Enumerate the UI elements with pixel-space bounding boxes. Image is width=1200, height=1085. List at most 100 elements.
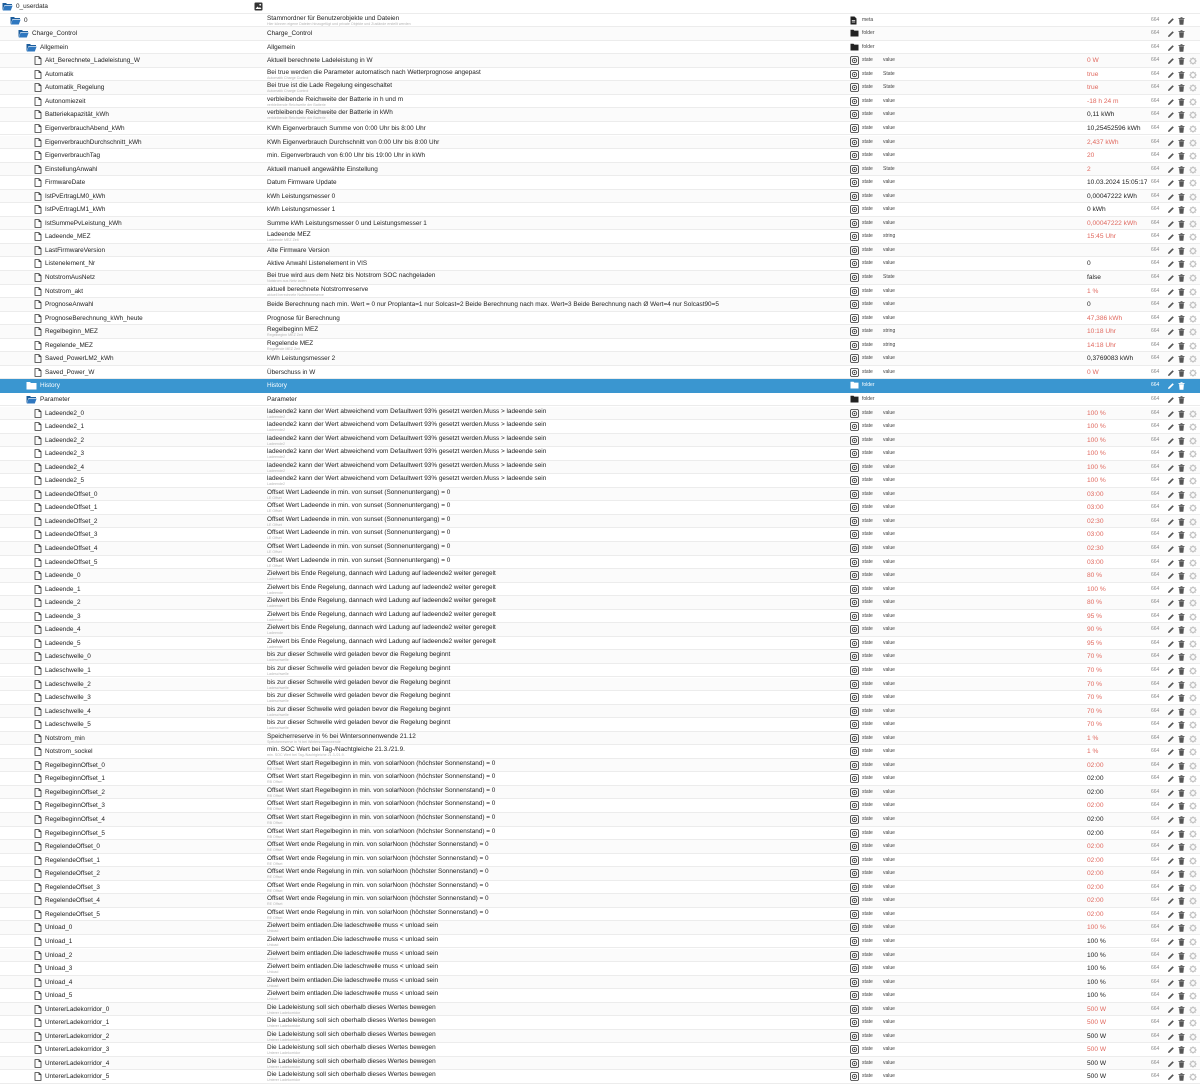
pencil-icon[interactable] — [1167, 816, 1175, 824]
tree-state-row[interactable]: LadeendeOffset_5 Offset Wert Ladeende in … — [0, 556, 1200, 570]
pencil-icon[interactable] — [1167, 193, 1175, 201]
state-value[interactable]: 95 % — [1087, 610, 1147, 623]
state-value[interactable]: 70 % — [1087, 664, 1147, 677]
gear-icon[interactable] — [1189, 667, 1197, 675]
trash-icon[interactable] — [1178, 856, 1186, 865]
gear-icon[interactable] — [1189, 233, 1197, 242]
trash-icon[interactable] — [1178, 680, 1186, 689]
tree-state-row[interactable]: RegelbeginnOffset_5 Offset Wert start Reg… — [0, 827, 1200, 841]
tree-state-row[interactable]: Ladeschwelle_0 bis zur dieser Schwelle wi… — [0, 650, 1200, 664]
tree-state-row[interactable]: Notstrom_min Speicherreserve in % bei Win… — [0, 731, 1200, 746]
pencil-icon[interactable] — [1167, 952, 1175, 960]
state-value[interactable]: 03:00 — [1087, 501, 1147, 514]
tree-state-row[interactable]: RegelendeOffset_0 Offset Wert ende Regelu… — [0, 840, 1200, 854]
gear-icon[interactable] — [1189, 355, 1197, 363]
gear-icon[interactable] — [1189, 816, 1197, 824]
pencil-icon[interactable] — [1167, 708, 1175, 716]
pencil-icon[interactable] — [1167, 681, 1175, 689]
pencil-icon[interactable] — [1167, 830, 1175, 838]
tree-state-row[interactable]: UntererLadekorridor_3 Die Ladeleistung so… — [0, 1043, 1200, 1057]
trash-icon[interactable] — [1178, 694, 1186, 702]
state-value[interactable]: 95 % — [1087, 637, 1147, 650]
state-value[interactable]: 70 % — [1087, 718, 1147, 731]
gear-icon[interactable] — [1189, 1033, 1197, 1041]
trash-icon[interactable] — [1178, 978, 1186, 987]
pencil-icon[interactable] — [1167, 44, 1175, 52]
state-value[interactable]: 10.03.2024 15:05:17 — [1087, 176, 1147, 189]
state-value[interactable]: 500 W — [1087, 1043, 1147, 1056]
pencil-icon[interactable] — [1167, 342, 1175, 350]
pencil-icon[interactable] — [1167, 1033, 1175, 1041]
pencil-icon[interactable] — [1167, 911, 1175, 919]
gear-icon[interactable] — [1189, 640, 1197, 648]
gear-icon[interactable] — [1189, 938, 1197, 946]
tree-state-row[interactable]: LadeendeOffset_4 Offset Wert Ladeende in … — [0, 542, 1200, 556]
state-value[interactable]: 02:00 — [1087, 894, 1147, 907]
pencil-icon[interactable] — [1167, 897, 1175, 905]
tree-state-row[interactable]: RegelbeginnOffset_1 Offset Wert start Reg… — [0, 772, 1200, 786]
trash-icon[interactable] — [1178, 301, 1186, 309]
tree-state-row[interactable]: RegelbeginnOffset_2 Offset Wert start Reg… — [0, 785, 1200, 800]
trash-icon[interactable] — [1178, 138, 1186, 147]
tree-state-row[interactable]: RegelendeOffset_1 Offset Wert ende Regelu… — [0, 854, 1200, 868]
state-value[interactable]: 0 — [1087, 298, 1147, 311]
gear-icon[interactable] — [1189, 856, 1197, 865]
pencil-icon[interactable] — [1167, 667, 1175, 675]
trash-icon[interactable] — [1178, 165, 1186, 174]
gear-icon[interactable] — [1189, 84, 1197, 92]
trash-icon[interactable] — [1178, 572, 1186, 580]
gear-icon[interactable] — [1189, 220, 1197, 228]
pencil-icon[interactable] — [1167, 30, 1175, 38]
trash-icon[interactable] — [1178, 992, 1186, 1000]
tree-state-row[interactable]: Unload_5 Zielwert beim entladen.Die lades… — [0, 989, 1200, 1003]
gear-icon[interactable] — [1189, 911, 1197, 919]
state-value[interactable]: 80 % — [1087, 596, 1147, 609]
trash-icon[interactable] — [1178, 612, 1186, 621]
trash-icon[interactable] — [1178, 1060, 1186, 1068]
trash-icon[interactable] — [1178, 1005, 1186, 1014]
trash-icon[interactable] — [1178, 951, 1186, 960]
tree-state-row[interactable]: Ladeende_2 Zielwert bis Ende Regelung, da… — [0, 596, 1200, 610]
trash-icon[interactable] — [1178, 653, 1186, 662]
gear-icon[interactable] — [1189, 762, 1197, 770]
gear-icon[interactable] — [1189, 572, 1197, 580]
trash-icon[interactable] — [1178, 287, 1186, 296]
state-value[interactable]: 500 W — [1087, 1003, 1147, 1016]
gear-icon[interactable] — [1189, 98, 1197, 106]
state-value[interactable]: 02:00 — [1087, 867, 1147, 880]
trash-icon[interactable] — [1178, 57, 1186, 65]
trash-icon[interactable] — [1178, 125, 1186, 133]
trash-icon[interactable] — [1178, 816, 1186, 824]
state-value[interactable]: 100 % — [1087, 420, 1147, 433]
tree-state-row[interactable]: RegelendeOffset_5 Offset Wert ende Regelu… — [0, 908, 1200, 922]
trash-icon[interactable] — [1178, 206, 1186, 215]
state-value[interactable]: 02:00 — [1087, 759, 1147, 772]
pencil-icon[interactable] — [1167, 247, 1175, 255]
trash-icon[interactable] — [1178, 1032, 1186, 1041]
pencil-icon[interactable] — [1167, 328, 1175, 336]
gear-icon[interactable] — [1189, 599, 1197, 607]
pencil-icon[interactable] — [1167, 924, 1175, 932]
tree-root-row[interactable]: 0_userdata — [0, 0, 1200, 14]
tree-state-row[interactable]: UntererLadekorridor_4 Die Ladeleistung so… — [0, 1056, 1200, 1071]
trash-icon[interactable] — [1178, 423, 1186, 431]
pencil-icon[interactable] — [1167, 1019, 1175, 1027]
pencil-icon[interactable] — [1167, 599, 1175, 607]
folder-open-icon[interactable] — [2, 2, 13, 11]
state-value[interactable]: 03:00 — [1087, 528, 1147, 541]
tree-state-row[interactable]: Ladeende2_3 ladeende2 kann der Wert abwei… — [0, 447, 1200, 461]
pencil-icon[interactable] — [1167, 139, 1175, 147]
gear-icon[interactable] — [1189, 274, 1197, 282]
pencil-icon[interactable] — [1167, 870, 1175, 878]
gear-icon[interactable] — [1189, 71, 1197, 79]
state-value[interactable]: 1 % — [1087, 285, 1147, 298]
trash-icon[interactable] — [1178, 734, 1186, 743]
tree-state-row[interactable]: Ladeende2_4 ladeende2 kann der Wert abwei… — [0, 460, 1200, 475]
trash-icon[interactable] — [1178, 640, 1186, 648]
tree-state-row[interactable]: Ladeende_MEZ Ladeende MEZ Ladeende MEZ Zei… — [0, 230, 1200, 244]
pencil-icon[interactable] — [1167, 938, 1175, 946]
gear-icon[interactable] — [1189, 165, 1197, 174]
pencil-icon[interactable] — [1167, 802, 1175, 810]
trash-icon[interactable] — [1178, 924, 1186, 933]
gear-icon[interactable] — [1189, 179, 1197, 187]
